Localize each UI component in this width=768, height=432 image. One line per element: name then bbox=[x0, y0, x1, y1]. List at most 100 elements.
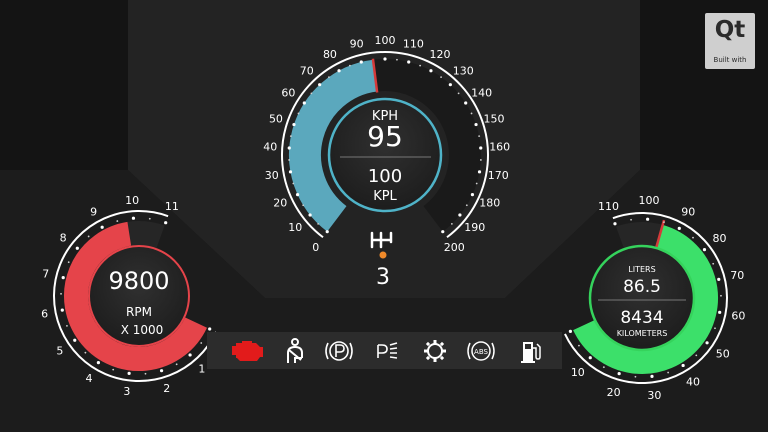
speed-tick-label: 120 bbox=[430, 48, 451, 61]
rpm-tick-dot bbox=[61, 276, 65, 280]
speed-tick-label: 140 bbox=[471, 87, 492, 100]
speed-tick-label: 130 bbox=[453, 65, 474, 78]
fuel-tick-dot bbox=[718, 310, 722, 314]
fuel-tick-dot bbox=[650, 374, 654, 378]
speed-tick-label: 200 bbox=[444, 241, 465, 254]
speed-tick-label: 90 bbox=[350, 38, 364, 51]
fuel-tick-label: 90 bbox=[681, 206, 695, 219]
fuel-minor-tick bbox=[692, 236, 694, 239]
fuel-tick-label: 60 bbox=[731, 310, 745, 323]
speed-minor-tick bbox=[475, 182, 478, 185]
rpm-tick-label: 9 bbox=[90, 205, 97, 218]
fuel-tick-dot bbox=[646, 217, 650, 221]
economy-value: 100 bbox=[368, 166, 402, 187]
rpm-label: RPM bbox=[126, 305, 152, 319]
rpm-tick-dot bbox=[188, 353, 192, 357]
fuel-minor-tick bbox=[720, 294, 722, 297]
qt-built-with-badge: Qt Built with bbox=[705, 13, 755, 69]
speed-tick-dot bbox=[474, 122, 478, 127]
rpm-minor-tick bbox=[200, 342, 203, 344]
speed-value: 95 bbox=[367, 120, 403, 153]
speed-tick-label: 180 bbox=[479, 196, 500, 209]
rpm-minor-tick bbox=[60, 292, 62, 295]
fuel-tick-label: 10 bbox=[571, 366, 585, 379]
economy-unit: KPL bbox=[373, 189, 397, 204]
speed-tick-dot bbox=[448, 83, 452, 87]
speed-tick-dot bbox=[464, 101, 468, 105]
speed-tick-dot bbox=[288, 170, 293, 174]
fuel-minor-tick bbox=[663, 221, 665, 224]
rpm-tick-label: 1 bbox=[198, 363, 205, 376]
speed-minor-tick bbox=[457, 92, 460, 95]
gear-position-dot bbox=[379, 251, 387, 259]
fuel-minor-tick bbox=[714, 327, 716, 330]
rpm-tick-label: 5 bbox=[56, 344, 63, 357]
fuel-minor-tick bbox=[630, 218, 632, 221]
speed-minor-tick bbox=[348, 64, 351, 67]
fuel-tick-dot bbox=[677, 226, 681, 230]
speed-tick-label: 190 bbox=[464, 221, 485, 234]
speed-tick-dot bbox=[325, 230, 329, 234]
speed-tick-label: 0 bbox=[312, 241, 319, 254]
rpm-tick-dot bbox=[73, 338, 77, 342]
fuel-minor-tick bbox=[667, 371, 670, 374]
rpm-minor-tick bbox=[175, 363, 178, 366]
speed-minor-tick bbox=[479, 159, 482, 161]
fuel-tick-dot bbox=[702, 248, 707, 252]
speed-minor-tick bbox=[419, 64, 422, 67]
liters-value: 86.5 bbox=[623, 277, 661, 297]
speed-tick-dot bbox=[295, 193, 300, 197]
speed-tick-label: 160 bbox=[489, 141, 510, 154]
fuel-minor-tick bbox=[634, 375, 637, 378]
fuel-minor-tick bbox=[695, 354, 698, 357]
speed-tick-label: 150 bbox=[484, 112, 505, 125]
speed-minor-tick bbox=[328, 76, 330, 78]
fuel-tick-label: 110 bbox=[598, 200, 619, 213]
fuel-tick-dot bbox=[568, 329, 573, 333]
speed-minor-tick bbox=[396, 58, 398, 61]
check-engine-icon bbox=[232, 341, 263, 361]
rpm-tick-dot bbox=[159, 369, 164, 373]
rpm-minor-tick bbox=[148, 217, 151, 220]
rpm-minor-tick bbox=[116, 220, 119, 222]
fuel-tick-label: 50 bbox=[716, 348, 730, 361]
rpm-multiplier: X 1000 bbox=[121, 323, 164, 337]
speed-tick-dot bbox=[441, 230, 445, 234]
fuel-tick-dot bbox=[717, 277, 721, 281]
fuel-tick-label: 80 bbox=[713, 232, 727, 245]
fuel-tick-label: 30 bbox=[647, 389, 661, 402]
headlight-icon bbox=[377, 342, 398, 359]
speed-tick-label: 110 bbox=[403, 38, 424, 51]
liters-label: LITERS bbox=[628, 265, 655, 274]
speed-tick-dot bbox=[470, 193, 475, 197]
rpm-minor-tick bbox=[66, 324, 68, 327]
rpm-minor-tick bbox=[112, 368, 115, 371]
gear-value: 3 bbox=[376, 265, 390, 290]
speed-tick-dot bbox=[318, 83, 322, 87]
speed-minor-tick bbox=[302, 204, 305, 207]
rpm-tick-dot bbox=[60, 308, 64, 312]
rpm-minor-tick bbox=[87, 235, 90, 238]
speed-tick-label: 80 bbox=[323, 48, 337, 61]
rpm-tick-dot bbox=[127, 371, 131, 375]
speed-tick-dot bbox=[458, 213, 462, 217]
rpm-minor-tick bbox=[84, 351, 87, 354]
warning-lights-panel: ABS bbox=[207, 332, 562, 369]
fuel-minor-tick bbox=[602, 366, 605, 369]
speed-tick-label: 30 bbox=[265, 169, 279, 182]
parking-brake-icon bbox=[325, 341, 353, 361]
rpm-minor-tick bbox=[144, 372, 147, 375]
fuel-tick-dot bbox=[588, 356, 592, 360]
fuel-tick-label: 40 bbox=[686, 376, 700, 389]
speed-tick-label: 50 bbox=[269, 112, 283, 125]
svg-text:ABS: ABS bbox=[474, 348, 488, 356]
fuel-minor-tick bbox=[578, 344, 580, 347]
rpm-tick-label: 3 bbox=[123, 385, 130, 398]
speed-tick-dot bbox=[479, 146, 483, 150]
fuel-tick-label: 100 bbox=[638, 194, 659, 207]
fuel-minor-tick bbox=[712, 262, 715, 265]
fuel-tick-label: 20 bbox=[607, 386, 621, 399]
distance-label: KILOMETERS bbox=[617, 329, 668, 338]
speed-tick-dot bbox=[292, 122, 296, 127]
rpm-tick-label: 10 bbox=[125, 194, 139, 207]
